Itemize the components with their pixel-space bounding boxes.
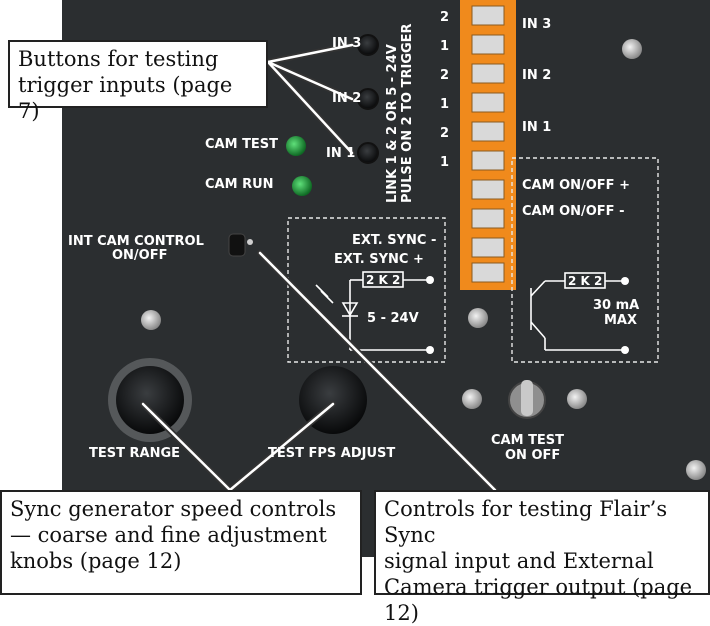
terminal-number: 1 <box>440 39 450 54</box>
in2-label: IN 2 <box>332 91 362 106</box>
cam-run-led <box>292 176 312 196</box>
cam-run-label: CAM RUN <box>205 177 274 192</box>
screw-icon <box>462 389 482 409</box>
callout-line: signal input and External <box>384 549 654 573</box>
callout-trigger-buttons: Buttons for testing trigger inputs (page… <box>8 40 268 123</box>
strip-in1-label: IN 1 <box>522 120 552 135</box>
screw-icon <box>622 39 642 59</box>
strip-in3-label: IN 3 <box>522 17 552 32</box>
current-max-label: MAX <box>604 313 638 328</box>
screw-icon <box>141 310 161 330</box>
callout-sync-signal: Controls for testing Flair’s Sync signal… <box>374 490 710 625</box>
ext-sync-plus-label: EXT. SYNC + <box>334 252 424 267</box>
callout-line: Camera trigger output (page 12) <box>384 575 693 625</box>
cam-test-switch-onoff-label: ON OFF <box>505 448 561 463</box>
terminal-number: 2 <box>440 10 450 25</box>
screw-icon <box>686 460 706 480</box>
terminal-number: 2 <box>440 68 450 83</box>
terminal-number: 2 <box>440 126 450 141</box>
current-label: 30 mA <box>593 298 640 313</box>
cam-test-led <box>286 136 306 156</box>
in3-label: IN 3 <box>332 36 362 51</box>
in1-button[interactable] <box>357 142 379 164</box>
callout-line: Buttons for testing <box>18 47 219 71</box>
strip-in2-label: IN 2 <box>522 68 552 83</box>
callout-sync-speed: Sync generator speed controls — coarse a… <box>0 490 362 595</box>
ext-sync-minus-label: EXT. SYNC - <box>352 233 437 248</box>
cam-onoff-plus-label: CAM ON/OFF + <box>522 178 630 193</box>
test-fps-adjust-label: TEST FPS ADJUST <box>268 446 396 461</box>
resistor-left-label: 2 K 2 <box>366 273 401 287</box>
test-range-label: TEST RANGE <box>89 446 181 461</box>
voltage-label: 5 - 24V <box>367 311 419 326</box>
terminal-number: 1 <box>440 97 450 112</box>
int-cam-control-label: INT CAM CONTROL <box>68 234 204 249</box>
int-cam-control-onoff-label: ON/OFF <box>112 248 168 263</box>
cam-onoff-minus-label: CAM ON/OFF - <box>522 204 625 219</box>
callout-line: trigger inputs (page 7) <box>18 73 233 123</box>
callout-line: Sync generator speed controls <box>10 497 337 521</box>
callout-line: — coarse and fine adjustment <box>10 523 327 547</box>
terminal-number: 1 <box>440 155 450 170</box>
link-line-1: LINK 1 & 2 OR 5 - 24V <box>385 44 400 203</box>
cam-test-label: CAM TEST <box>205 137 279 152</box>
in1-label: IN 1 <box>326 146 356 161</box>
callout-line: knobs (page 12) <box>10 549 182 573</box>
cam-test-switch-label: CAM TEST <box>491 433 565 448</box>
link-line-2: PULSE ON 2 TO TRIGGER <box>400 23 415 203</box>
screw-icon <box>468 308 488 328</box>
callout-line: Controls for testing Flair’s Sync <box>384 497 668 547</box>
screw-icon <box>567 389 587 409</box>
int-cam-control-switch[interactable] <box>228 233 246 257</box>
resistor-right-label: 2 K 2 <box>568 274 603 288</box>
